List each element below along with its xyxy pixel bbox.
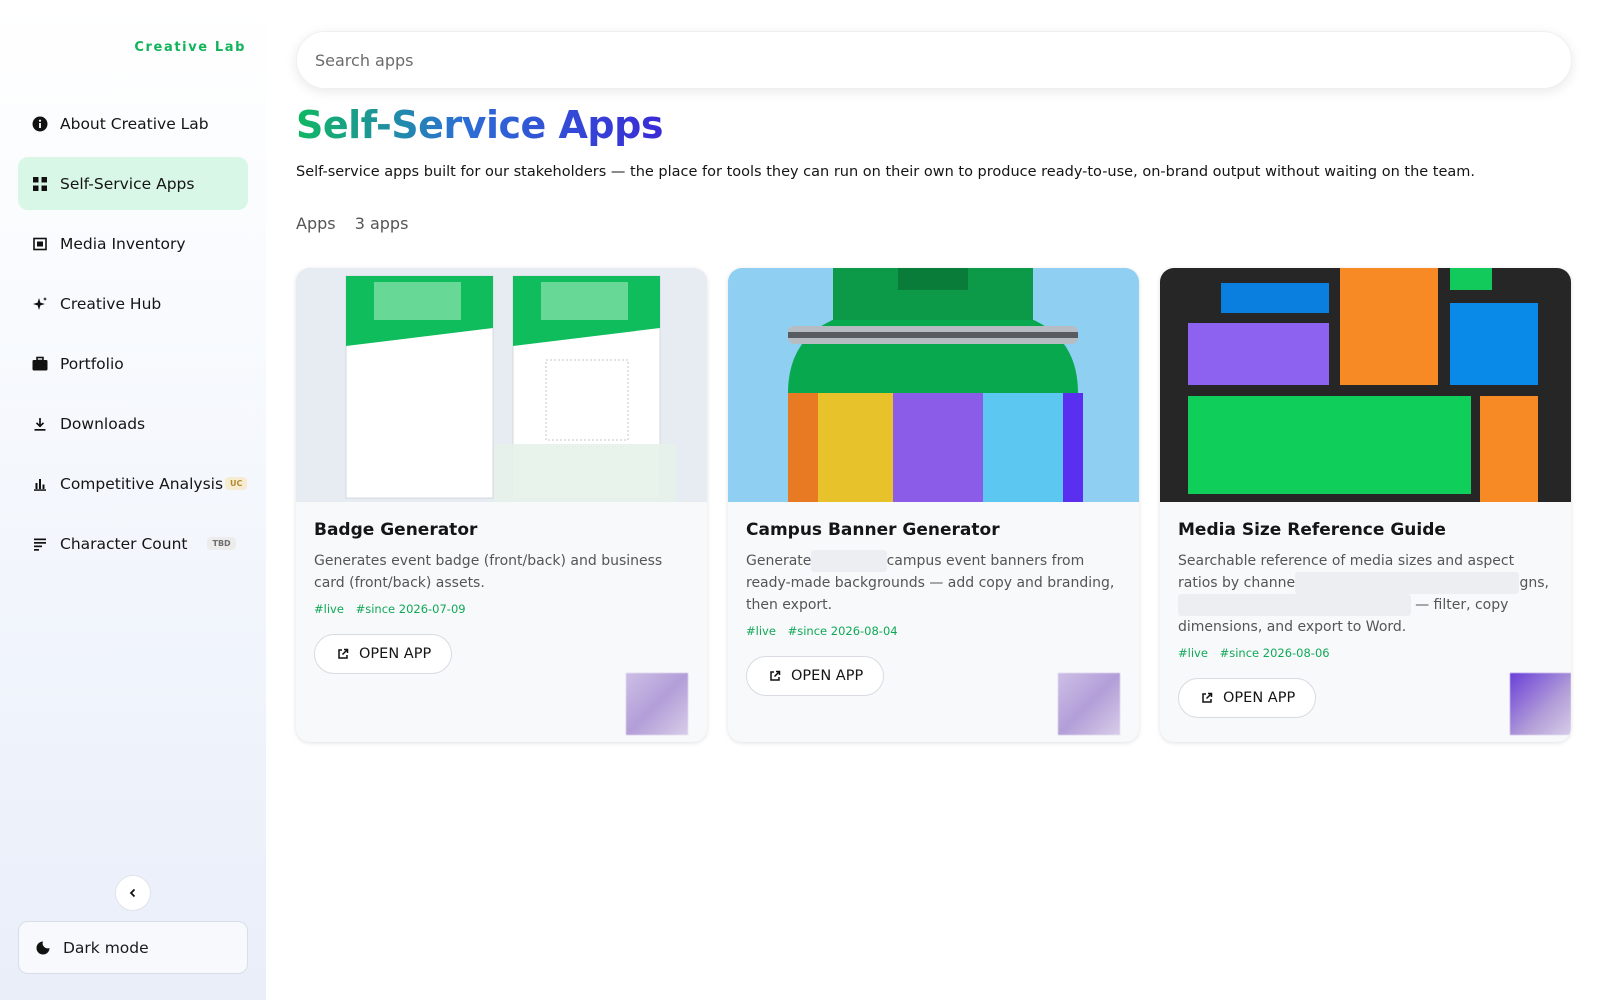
sidebar-item-media-inventory[interactable]: Media Inventory (18, 217, 248, 270)
external-link-icon (338, 648, 349, 659)
apps-label: Apps (296, 214, 336, 233)
sidebar-item-label: Portfolio (60, 354, 124, 373)
sidebar-item-label: Character Count (60, 534, 188, 553)
briefcase-icon (32, 356, 48, 372)
page-subtitle: Self-service apps built for our stakehol… (296, 164, 1476, 180)
apps-count-row: Apps 3 apps (296, 214, 408, 233)
sidebar-item-character-count[interactable]: Character Count TBD (18, 517, 248, 570)
card-title: Campus Banner Generator (746, 520, 1000, 540)
sidebar-item-label: Media Inventory (60, 234, 186, 253)
tag-since[interactable]: #since 2026-07-09 (356, 602, 466, 616)
open-app-button[interactable]: OPEN APP (1178, 678, 1317, 718)
blurred-thumbnail (626, 673, 688, 735)
sidebar-item-creative-hub[interactable]: Creative Hub (18, 277, 248, 330)
sparkle-icon (32, 296, 48, 312)
tag-since[interactable]: #since 2026-08-04 (788, 624, 898, 638)
open-app-button[interactable]: OPEN APP (314, 634, 453, 674)
status-badge: UC (225, 477, 248, 490)
sidebar-item-label: Self-Service Apps (60, 174, 195, 193)
external-link-icon (770, 670, 781, 681)
blurred-thumbnail (1058, 673, 1120, 735)
card-description: Generate xxxxxxxx campus event banners f… (746, 550, 1121, 616)
redacted-text: xxxxxxxxxxxxxxxxxxxxxxxxxxx (1178, 594, 1411, 616)
redacted-text: xxxxxxxxxxxxxxxxxxxxxxxxxx (1295, 572, 1520, 594)
sidebar-item-competitive-analysis[interactable]: Competitive Analysis UC (18, 457, 248, 510)
dark-mode-toggle[interactable]: Dark mode (18, 921, 248, 974)
main-content: Self-Service Apps Self-service apps buil… (296, 0, 1572, 1000)
chevron-left-icon (127, 884, 139, 903)
app-card-campus-banner-generator: Campus Banner Generator Generate xxxxxxx… (728, 268, 1139, 742)
card-description: Generates event badge (front/back) and b… (314, 553, 663, 591)
sidebar-item-self-service-apps[interactable]: Self-Service Apps (18, 157, 248, 210)
card-thumbnail[interactable] (1160, 268, 1571, 502)
download-icon (32, 416, 48, 432)
sidebar-item-downloads[interactable]: Downloads (18, 397, 248, 450)
app-card-badge-generator: Badge Generator Generates event badge (f… (296, 268, 707, 742)
tag-since[interactable]: #since 2026-08-06 (1220, 646, 1330, 660)
sidebar-item-label: Downloads (60, 414, 146, 433)
card-thumbnail[interactable] (296, 268, 707, 502)
card-tags: #live #since 2026-08-04 (746, 624, 1121, 638)
external-link-icon (1202, 692, 1213, 703)
tag-live[interactable]: #live (1178, 646, 1208, 660)
app-card-media-size-reference-guide: Media Size Reference Guide Searchable re… (1160, 268, 1571, 742)
bar-chart-icon (32, 476, 48, 492)
tag-live[interactable]: #live (746, 624, 776, 638)
collapse-sidebar-button[interactable] (115, 875, 151, 911)
media-icon (32, 236, 48, 252)
page-title: Self-Service Apps (296, 103, 663, 147)
card-tags: #live #since 2026-07-09 (314, 602, 689, 616)
search-input[interactable] (296, 31, 1572, 89)
info-icon (32, 116, 48, 132)
sidebar-item-about[interactable]: About Creative Lab (18, 97, 248, 150)
status-badge: TBD (207, 537, 236, 550)
blurred-thumbnail (1510, 673, 1571, 735)
grid-icon (32, 176, 48, 192)
tag-live[interactable]: #live (314, 602, 344, 616)
text-lines-icon (32, 536, 48, 552)
card-title: Badge Generator (314, 520, 478, 540)
apps-count: 3 apps (354, 214, 409, 233)
sidebar-nav: About Creative Lab Self-Service Apps Med… (18, 97, 248, 577)
sidebar-item-portfolio[interactable]: Portfolio (18, 337, 248, 390)
redacted-text: xxxxxxxx (811, 550, 887, 572)
dark-mode-label: Dark mode (63, 938, 149, 957)
sidebar: Creative Lab About Creative Lab Self-Ser… (0, 0, 266, 1000)
sidebar-item-label: Creative Hub (60, 294, 162, 313)
card-thumbnail[interactable] (728, 268, 1139, 502)
card-title: Media Size Reference Guide (1178, 520, 1446, 540)
open-app-button[interactable]: OPEN APP (746, 656, 885, 696)
moon-icon (35, 940, 51, 956)
brand-logo[interactable]: Creative Lab (134, 40, 246, 55)
sidebar-item-label: About Creative Lab (60, 114, 209, 133)
card-tags: #live #since 2026-08-06 (1178, 646, 1553, 660)
card-description: Searchable reference of media sizes and … (1178, 553, 1549, 635)
sidebar-item-label: Competitive Analysis (60, 474, 224, 493)
